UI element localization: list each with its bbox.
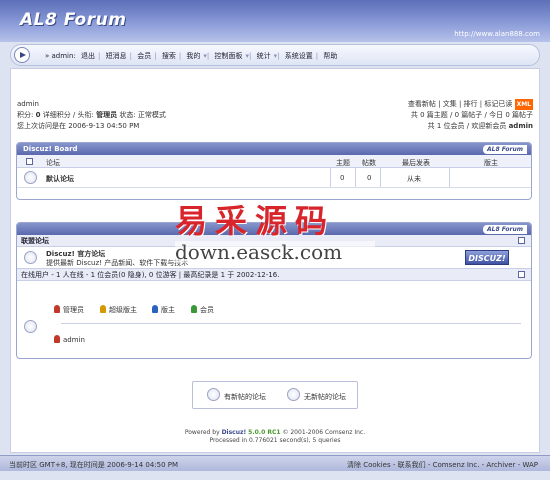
online-user[interactable]: admin: [54, 335, 85, 344]
member-counts: 共 1 位会员 / 欢迎新会员 admin: [427, 122, 533, 130]
status-bar: 当前时区 GMT+8, 现在时间是 2006-9-14 04:50 PM 清除 …: [0, 455, 550, 471]
forum-last-post: 从未: [407, 175, 421, 183]
powered-by: Powered by Discuz! 5.0.0 RC1 © 2001-2006…: [184, 429, 366, 436]
user-stats: 积分: 0 详细积分 / 头衔: 管理员 状态: 正常模式: [17, 111, 166, 119]
processed-info: Processed in 0.776021 second(s), 5 queri…: [209, 437, 341, 444]
admin-user-icon: [54, 305, 60, 313]
nav-stats[interactable]: 统计: [257, 52, 271, 60]
credits-detail-link[interactable]: 详细积分: [43, 111, 71, 119]
timezone-info: 当前时区 GMT+8, 现在时间是 2006-9-14 04:50 PM: [9, 461, 179, 469]
member-user-icon: [191, 305, 197, 313]
nav-pm[interactable]: 短消息: [106, 52, 127, 60]
header-banner: AL8 Forum http://www.alan888.com: [0, 0, 550, 42]
legend-super-mod: 超级版主: [100, 305, 137, 315]
site-url[interactable]: http://www.alan888.com: [454, 30, 540, 38]
col-posts: 帖数: [362, 159, 376, 167]
nav-links: » admin: 退出 | 短消息 | 会员 | 搜索 | 我的 ▾| 控制面板 ▾| 统计…: [45, 52, 338, 60]
watermark: 易采源码 down.easck.com: [175, 203, 375, 263]
nav-help[interactable]: 帮助: [323, 52, 337, 60]
forum-row[interactable]: 默认论坛 0 0 从未: [17, 168, 531, 188]
online-header: 在线用户 - 1 人在线 - 1 位会员(0 隐身), 0 位游客 | 最高纪录…: [17, 269, 531, 281]
board-box: Discuz! Board AL8 Forum 论坛 主题 帖数 最后发表 版主…: [16, 142, 532, 200]
play-icon[interactable]: [14, 47, 30, 63]
version: 5.0.0 RC1: [248, 429, 281, 436]
link-mark-read[interactable]: 标记已读: [484, 100, 512, 108]
col-forum: 论坛: [46, 159, 60, 167]
forum-threads: 0: [340, 174, 345, 182]
legend-member: 会员: [191, 305, 214, 315]
board-header: Discuz! Board AL8 Forum: [17, 143, 531, 155]
legend-none: 无新帖的论坛: [304, 393, 346, 401]
collapse-icon[interactable]: [518, 237, 525, 244]
legend-new: 有新帖的论坛: [224, 393, 266, 401]
nav-user: » admin:: [45, 52, 76, 60]
link-ranking[interactable]: 排行: [464, 100, 478, 108]
quick-links: 查看新帖 | 文集 | 排行 | 标记已读 XML 共 0 篇主题 / 0 篇帖…: [407, 99, 533, 130]
col-threads: 主题: [336, 159, 350, 167]
nav-logout[interactable]: 退出: [81, 52, 95, 60]
forum-legend: 有新帖的论坛 无新帖的论坛: [192, 381, 358, 409]
supermod-user-icon: [100, 305, 106, 313]
checkbox-icon: [26, 158, 33, 165]
link-new-posts[interactable]: 查看新帖: [408, 100, 436, 108]
forum-name[interactable]: 默认论坛: [46, 174, 74, 184]
mod-user-icon: [152, 305, 158, 313]
watermark-en: down.easck.com: [175, 241, 375, 263]
league-desc: 提供最新 Discuz! 产品新闻、软件下载与技术: [46, 259, 189, 267]
board-tag: AL8 Forum: [483, 145, 527, 154]
forum-posts: 0: [367, 174, 372, 182]
col-last-post: 最后发表: [402, 159, 430, 167]
xml-badge[interactable]: XML: [514, 99, 533, 110]
link-collections[interactable]: 文集: [443, 100, 457, 108]
legend-admin: 管理员: [54, 305, 84, 315]
discuz-logo[interactable]: DISCUZ!: [465, 250, 509, 265]
online-collapse-icon[interactable]: [518, 271, 525, 278]
post-counts: 共 0 篇主题 / 0 篇帖子 / 今日 0 篇帖子: [410, 111, 533, 119]
nav-members[interactable]: 会员: [137, 52, 151, 60]
col-moderators: 版主: [484, 159, 498, 167]
board-title[interactable]: Discuz! Board: [23, 145, 78, 153]
nav-search[interactable]: 搜索: [162, 52, 176, 60]
nav-control-panel[interactable]: 控制面板: [215, 52, 243, 60]
info-tag: AL8 Forum: [483, 225, 527, 234]
nav-bar: » admin: 退出 | 短消息 | 会员 | 搜索 | 我的 ▾| 控制面板 ▾| 统计…: [10, 44, 540, 66]
discuz-link[interactable]: Discuz!: [222, 429, 247, 436]
legend-mod: 版主: [152, 305, 175, 315]
username: admin: [17, 100, 39, 108]
board-table-header: 论坛 主题 帖数 最后发表 版主: [17, 155, 531, 168]
forum-status-icon: [24, 171, 37, 184]
forum-logo[interactable]: AL8 Forum: [20, 10, 126, 30]
watermark-cn: 易采源码: [175, 202, 336, 240]
newest-member-link[interactable]: admin: [509, 122, 533, 130]
online-admin-icon: [54, 335, 60, 343]
user-info: admin 积分: 0 详细积分 / 头衔: 管理员 状态: 正常模式 您上次访…: [17, 99, 166, 132]
online-icon: [24, 320, 37, 333]
nav-my[interactable]: 我的: [186, 52, 200, 60]
no-new-posts-icon: [287, 388, 300, 401]
nav-admin[interactable]: 系统设置: [285, 52, 313, 60]
footer-links[interactable]: 清除 Cookies - 联系我们 - Comsenz Inc. - Archi…: [347, 460, 538, 470]
league-status-icon: [24, 251, 37, 264]
new-posts-icon: [207, 388, 220, 401]
last-visit: 您上次访问是在 2006-9-13 04:50 PM: [17, 122, 140, 130]
